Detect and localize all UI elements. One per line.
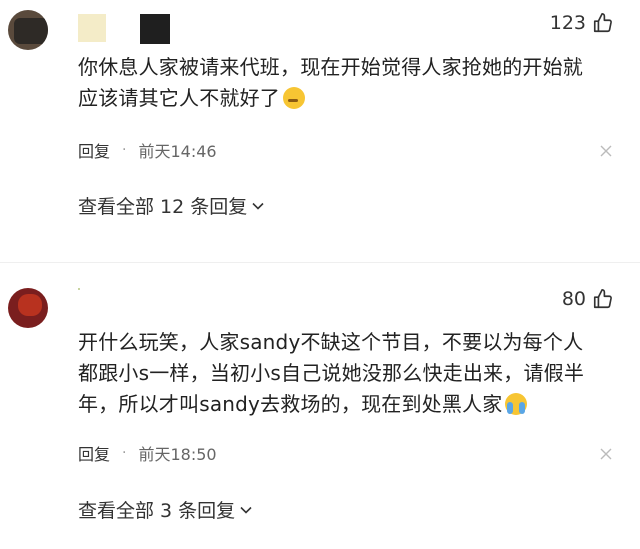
timestamp: 前天14:46 (138, 142, 217, 161)
comment-line: 应该请其它人不就好了 (78, 86, 280, 110)
timestamp: 前天18:50 (138, 445, 217, 464)
like-count: 123 (549, 12, 586, 34)
like-count: 80 (561, 288, 586, 310)
like-button[interactable]: 123 (550, 12, 614, 34)
comment-text: 你休息人家被请来代班，现在开始觉得人家抢她的开始就 应该请其它人不就好了 (78, 52, 623, 114)
reply-button[interactable]: 回复 (78, 441, 110, 465)
view-replies-button[interactable]: 查看全部 3 条回复 (78, 496, 253, 523)
chevron-down-icon (252, 202, 264, 210)
avatar[interactable] (8, 10, 48, 50)
comment-text: 开什么玩笑，人家sandy不缺这个节目，不要以为每个人 都跟小s一样，当初小s自… (78, 327, 623, 420)
comment-line: 开什么玩笑，人家sandy不缺这个节目，不要以为每个人 (78, 330, 584, 354)
view-replies-button[interactable]: 查看全部 12 条回复 (78, 192, 265, 219)
view-replies-label: 查看全部 12 条回复 (78, 196, 248, 218)
view-replies-label: 查看全部 3 条回复 (78, 500, 236, 522)
divider (0, 262, 640, 263)
separator-dot: · (122, 445, 127, 461)
close-icon[interactable] (600, 448, 612, 460)
thumbs-up-icon (593, 13, 612, 33)
comment-line: 年，所以才叫sandy去救场的，现在到处黑人家 (78, 392, 503, 416)
avatar[interactable] (8, 288, 48, 328)
comment-line: 你休息人家被请来代班，现在开始觉得人家抢她的开始就 (78, 55, 583, 79)
comment-meta: 回复 · 前天14:46 (78, 138, 217, 162)
like-button[interactable]: 80 (562, 288, 614, 310)
thumbs-up-icon (593, 289, 612, 309)
chevron-down-icon (240, 506, 252, 514)
comment-meta: 回复 · 前天18:50 (78, 441, 217, 465)
smirking-face-icon (283, 87, 305, 109)
close-icon[interactable] (600, 145, 612, 157)
reply-button[interactable]: 回复 (78, 138, 110, 162)
separator-dot: · (122, 142, 127, 158)
comment-line: 都跟小s一样，当初小s自己说她没那么快走出来，请假半 (78, 361, 585, 385)
crying-face-icon (505, 393, 528, 415)
